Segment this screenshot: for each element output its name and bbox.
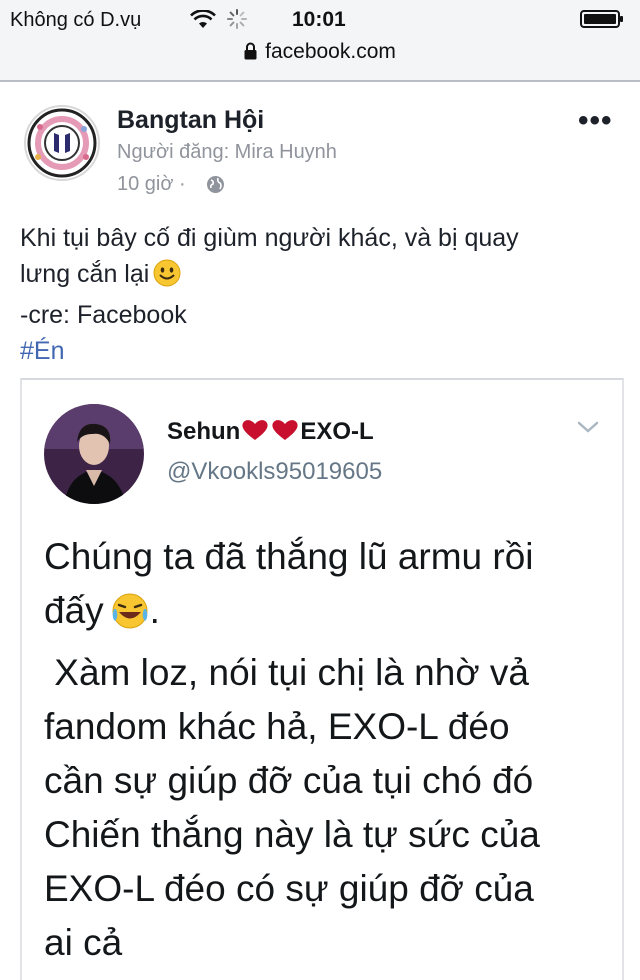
- posted-by-label[interactable]: Người đăng: Mira Huynh: [117, 141, 337, 164]
- status-time: 10:01: [292, 8, 346, 31]
- post-text-line: lưng cắn lại: [20, 256, 620, 297]
- heart-icon: [240, 418, 300, 449]
- post-text-line: Khi tụi bây cố đi giùm người khác, và bị…: [20, 224, 519, 252]
- globe-icon: [206, 175, 225, 199]
- browser-top-bar: Không có D.vụ 10:01 facebook.com: [0, 0, 640, 82]
- shared-tweet-image[interactable]: Sehun EXO-L @Vkookls95019605 Chúng ta đã…: [20, 378, 624, 980]
- group-avatar[interactable]: [24, 105, 100, 181]
- tweet-line: Chiến thắng này là tự sức của: [44, 814, 540, 855]
- more-options-button[interactable]: •••: [578, 104, 613, 138]
- tweet-line: cần sự giúp đỡ của tụi chó đó: [44, 760, 534, 801]
- tweet-handle: @Vkookls95019605: [167, 458, 383, 485]
- tweet-text: Chúng ta đã thắng lũ armu rồi đấy . Xàm …: [44, 530, 614, 970]
- chevron-down-icon: [577, 420, 599, 439]
- tweet-author-name: Sehun EXO-L: [167, 418, 374, 449]
- tweet-avatar: [44, 404, 144, 504]
- carrier-label: Không có D.vụ: [10, 9, 142, 31]
- hashtag-link[interactable]: #Én: [20, 333, 620, 369]
- battery-icon: [580, 10, 624, 28]
- tweet-line: đấy .: [44, 584, 614, 646]
- wifi-icon: [190, 9, 216, 35]
- post-text-line: -cre: Facebook: [20, 301, 187, 329]
- tweet-line: ai cả: [44, 922, 123, 963]
- smile-emoji-icon: [153, 259, 181, 297]
- laughing-emoji-icon: [110, 591, 150, 646]
- tweet-line: fandom khác hả, EXO-L đéo: [44, 706, 510, 747]
- post-body: Khi tụi bây cố đi giùm người khác, và bị…: [20, 220, 620, 369]
- lock-icon: [244, 42, 257, 66]
- address-bar[interactable]: facebook.com: [0, 40, 640, 66]
- post-timestamp[interactable]: 10 giờ ·: [117, 173, 186, 196]
- group-name[interactable]: Bangtan Hội: [117, 106, 264, 135]
- tweet-line: Xàm loz, nói tụi chị là nhờ vả: [44, 652, 529, 693]
- tweet-line: Chúng ta đã thắng lũ armu rồi: [44, 536, 534, 577]
- loading-spinner-icon: [227, 9, 247, 34]
- tweet-line: EXO-L đéo có sự giúp đỡ của: [44, 868, 534, 909]
- url-text: facebook.com: [265, 40, 396, 63]
